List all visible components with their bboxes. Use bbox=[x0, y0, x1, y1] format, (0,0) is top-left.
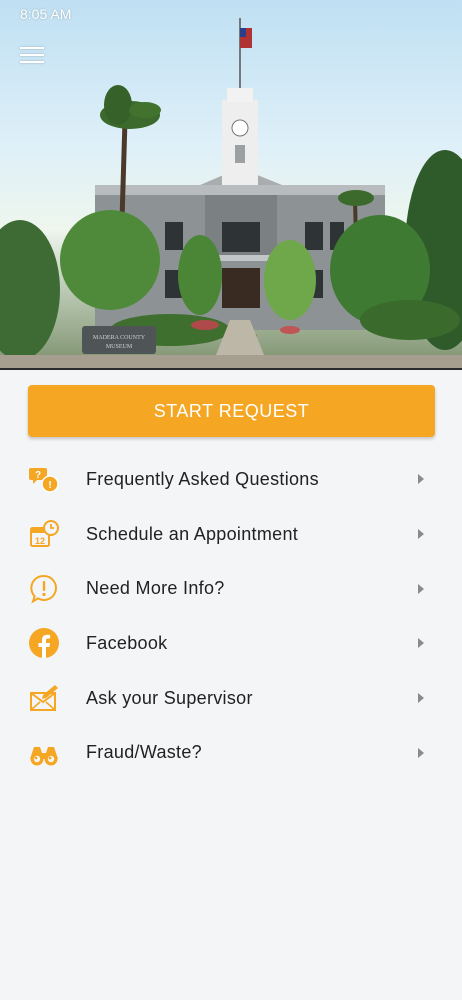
menu-item-label: Frequently Asked Questions bbox=[86, 468, 319, 489]
menu-item-ask-supervisor[interactable]: Ask your Supervisor bbox=[0, 671, 462, 726]
facebook-icon bbox=[28, 627, 60, 659]
museum-sign-line2: MUSEUM bbox=[106, 344, 133, 350]
svg-text:12: 12 bbox=[35, 536, 45, 546]
menu-item-faq[interactable]: ? ! Frequently Asked Questions bbox=[0, 452, 462, 507]
status-bar-time: 8:05 AM bbox=[20, 6, 72, 22]
binoculars-icon bbox=[28, 737, 60, 769]
menu-item-label: Facebook bbox=[86, 632, 168, 653]
menu-item-label: Schedule an Appointment bbox=[86, 523, 299, 544]
chevron-right-icon bbox=[418, 583, 424, 594]
menu-item-fraud-waste[interactable]: Fraud/Waste? bbox=[0, 725, 462, 780]
hero-image: MADERA COUNTY MUSEUM 8:05 AM bbox=[0, 0, 462, 370]
chevron-right-icon bbox=[418, 638, 424, 649]
start-request-button[interactable]: START REQUEST bbox=[28, 385, 435, 437]
menu-item-label: Ask your Supervisor bbox=[86, 687, 253, 708]
menu-item-need-more-info[interactable]: Need More Info? bbox=[0, 561, 462, 616]
hero-divider bbox=[0, 368, 462, 370]
calendar-clock-icon: 12 bbox=[28, 518, 60, 550]
chevron-right-icon bbox=[418, 474, 424, 485]
chevron-right-icon bbox=[418, 529, 424, 540]
menu-item-facebook[interactable]: Facebook bbox=[0, 616, 462, 671]
menu-item-schedule-appointment[interactable]: 12 Schedule an Appointment bbox=[0, 507, 462, 562]
hamburger-line bbox=[20, 61, 44, 63]
menu-item-label: Need More Info? bbox=[86, 578, 225, 599]
info-bubble-icon bbox=[28, 573, 60, 605]
svg-text:!: ! bbox=[48, 480, 51, 491]
menu-list: ? ! Frequently Asked Questions 12 Schedu… bbox=[0, 452, 462, 780]
courthouse-illustration: MADERA COUNTY MUSEUM bbox=[0, 18, 462, 370]
mail-pencil-icon bbox=[28, 682, 60, 714]
menu-item-label: Fraud/Waste? bbox=[86, 742, 202, 763]
chevron-right-icon bbox=[418, 747, 424, 758]
faq-icon: ? ! bbox=[28, 463, 60, 495]
museum-sign-line1: MADERA COUNTY bbox=[93, 335, 146, 341]
hamburger-line bbox=[20, 54, 44, 56]
svg-text:?: ? bbox=[35, 470, 41, 481]
chevron-right-icon bbox=[418, 693, 424, 704]
hamburger-line bbox=[20, 47, 44, 49]
hamburger-menu-button[interactable] bbox=[20, 42, 52, 70]
